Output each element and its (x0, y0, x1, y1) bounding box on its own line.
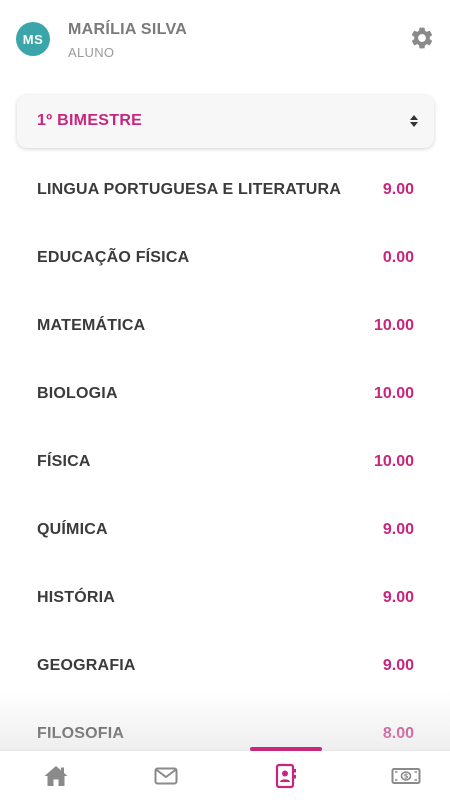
subject-name: QUÍMICA (37, 521, 108, 538)
grade-value: 10.00 (373, 317, 414, 334)
subject-name: LINGUA PORTUGUESA E LITERATURA (37, 181, 342, 198)
subject-name: FÍSICA (37, 453, 91, 470)
nav-messages[interactable] (110, 751, 222, 800)
nav-finance[interactable]: $ (350, 751, 450, 800)
report-card-icon (275, 763, 296, 789)
money-icon: $ (391, 768, 421, 784)
subject-name: MATEMÁTICA (37, 317, 146, 334)
grades-list: LINGUA PORTUGUESA E LITERATURA 9.00 EDUCAÇ… (0, 158, 450, 750)
period-select[interactable]: 1º BIMESTRE (17, 95, 434, 148)
nav-home[interactable] (0, 751, 112, 800)
grade-value: 9.00 (382, 657, 414, 674)
avatar[interactable]: MS (16, 22, 50, 56)
grade-row[interactable]: GEOGRAFIA 9.00 (0, 634, 450, 702)
grade-row[interactable]: FÍSICA 10.00 (0, 430, 450, 498)
grade-row[interactable]: BIOLOGIA 10.00 (0, 362, 450, 430)
mail-icon (154, 767, 178, 785)
grade-row[interactable]: EDUCAÇÃO FÍSICA 0.00 (0, 226, 450, 294)
grade-value: 9.00 (382, 589, 414, 606)
home-icon (44, 766, 68, 786)
subject-name: EDUCAÇÃO FÍSICA (37, 249, 190, 266)
grade-value: 10.00 (373, 453, 414, 470)
gear-icon[interactable] (409, 25, 435, 51)
app-header: MS MARÍLIA SILVA ALUNO (0, 0, 450, 80)
grade-value: 8.00 (382, 725, 414, 742)
grade-row[interactable]: FILOSOFIA 8.00 (0, 702, 450, 750)
grade-row[interactable]: MATEMÁTICA 10.00 (0, 294, 450, 362)
subject-name: GEOGRAFIA (37, 657, 136, 674)
period-select-value: 1º BIMESTRE (37, 112, 143, 129)
user-role: ALUNO (68, 45, 115, 60)
grade-value: 0.00 (382, 249, 414, 266)
user-name: MARÍLIA SILVA (68, 21, 188, 38)
sort-arrows-icon (410, 115, 418, 127)
grade-row[interactable]: LINGUA PORTUGUESA E LITERATURA 9.00 (0, 158, 450, 226)
subject-name: BIOLOGIA (37, 385, 118, 402)
subject-name: FILOSOFIA (37, 725, 125, 742)
grade-value: 9.00 (382, 521, 414, 538)
svg-text:$: $ (404, 773, 409, 781)
bottom-navigation: $ (0, 747, 450, 800)
grade-value: 10.00 (373, 385, 414, 402)
subject-name: HISTÓRIA (37, 589, 116, 606)
grade-value: 9.00 (382, 181, 414, 198)
nav-report-card[interactable] (230, 751, 342, 800)
grade-row[interactable]: QUÍMICA 9.00 (0, 498, 450, 566)
grade-row[interactable]: HISTÓRIA 9.00 (0, 566, 450, 634)
